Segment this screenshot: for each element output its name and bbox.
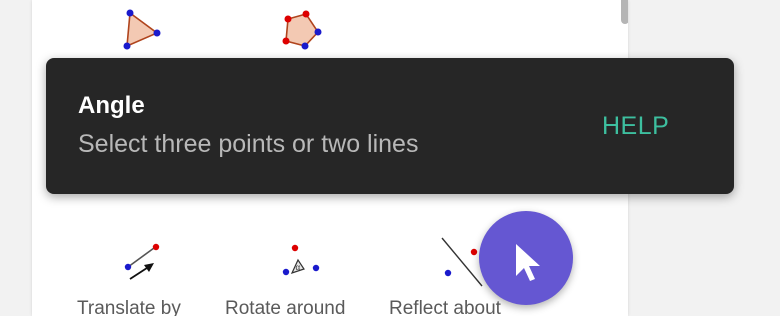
tool-label-translate: Translate by [77,298,181,316]
regular-polygon-icon [282,10,322,50]
translate-by-vector-tool[interactable] [112,234,172,294]
polygon-triangle-icon [123,9,161,50]
help-button[interactable]: HELP [602,112,669,141]
rotate-around-point-icon: α [282,244,320,276]
scrollbar[interactable] [621,0,628,24]
svg-text:α: α [296,263,301,272]
move-tool-button[interactable] [479,211,573,305]
tooltip-description: Select three points or two lines [78,130,419,158]
rotate-around-point-tool[interactable]: α [268,234,328,294]
tooltip-title: Angle [78,92,145,119]
polygon-tool[interactable] [112,2,172,62]
tool-label-rotate: Rotate around [225,298,346,316]
regular-polygon-tool[interactable] [270,2,330,62]
tool-tooltip: Angle Select three points or two lines H… [46,58,734,194]
translate-by-vector-icon [124,243,160,280]
move-cursor-icon [516,244,540,281]
